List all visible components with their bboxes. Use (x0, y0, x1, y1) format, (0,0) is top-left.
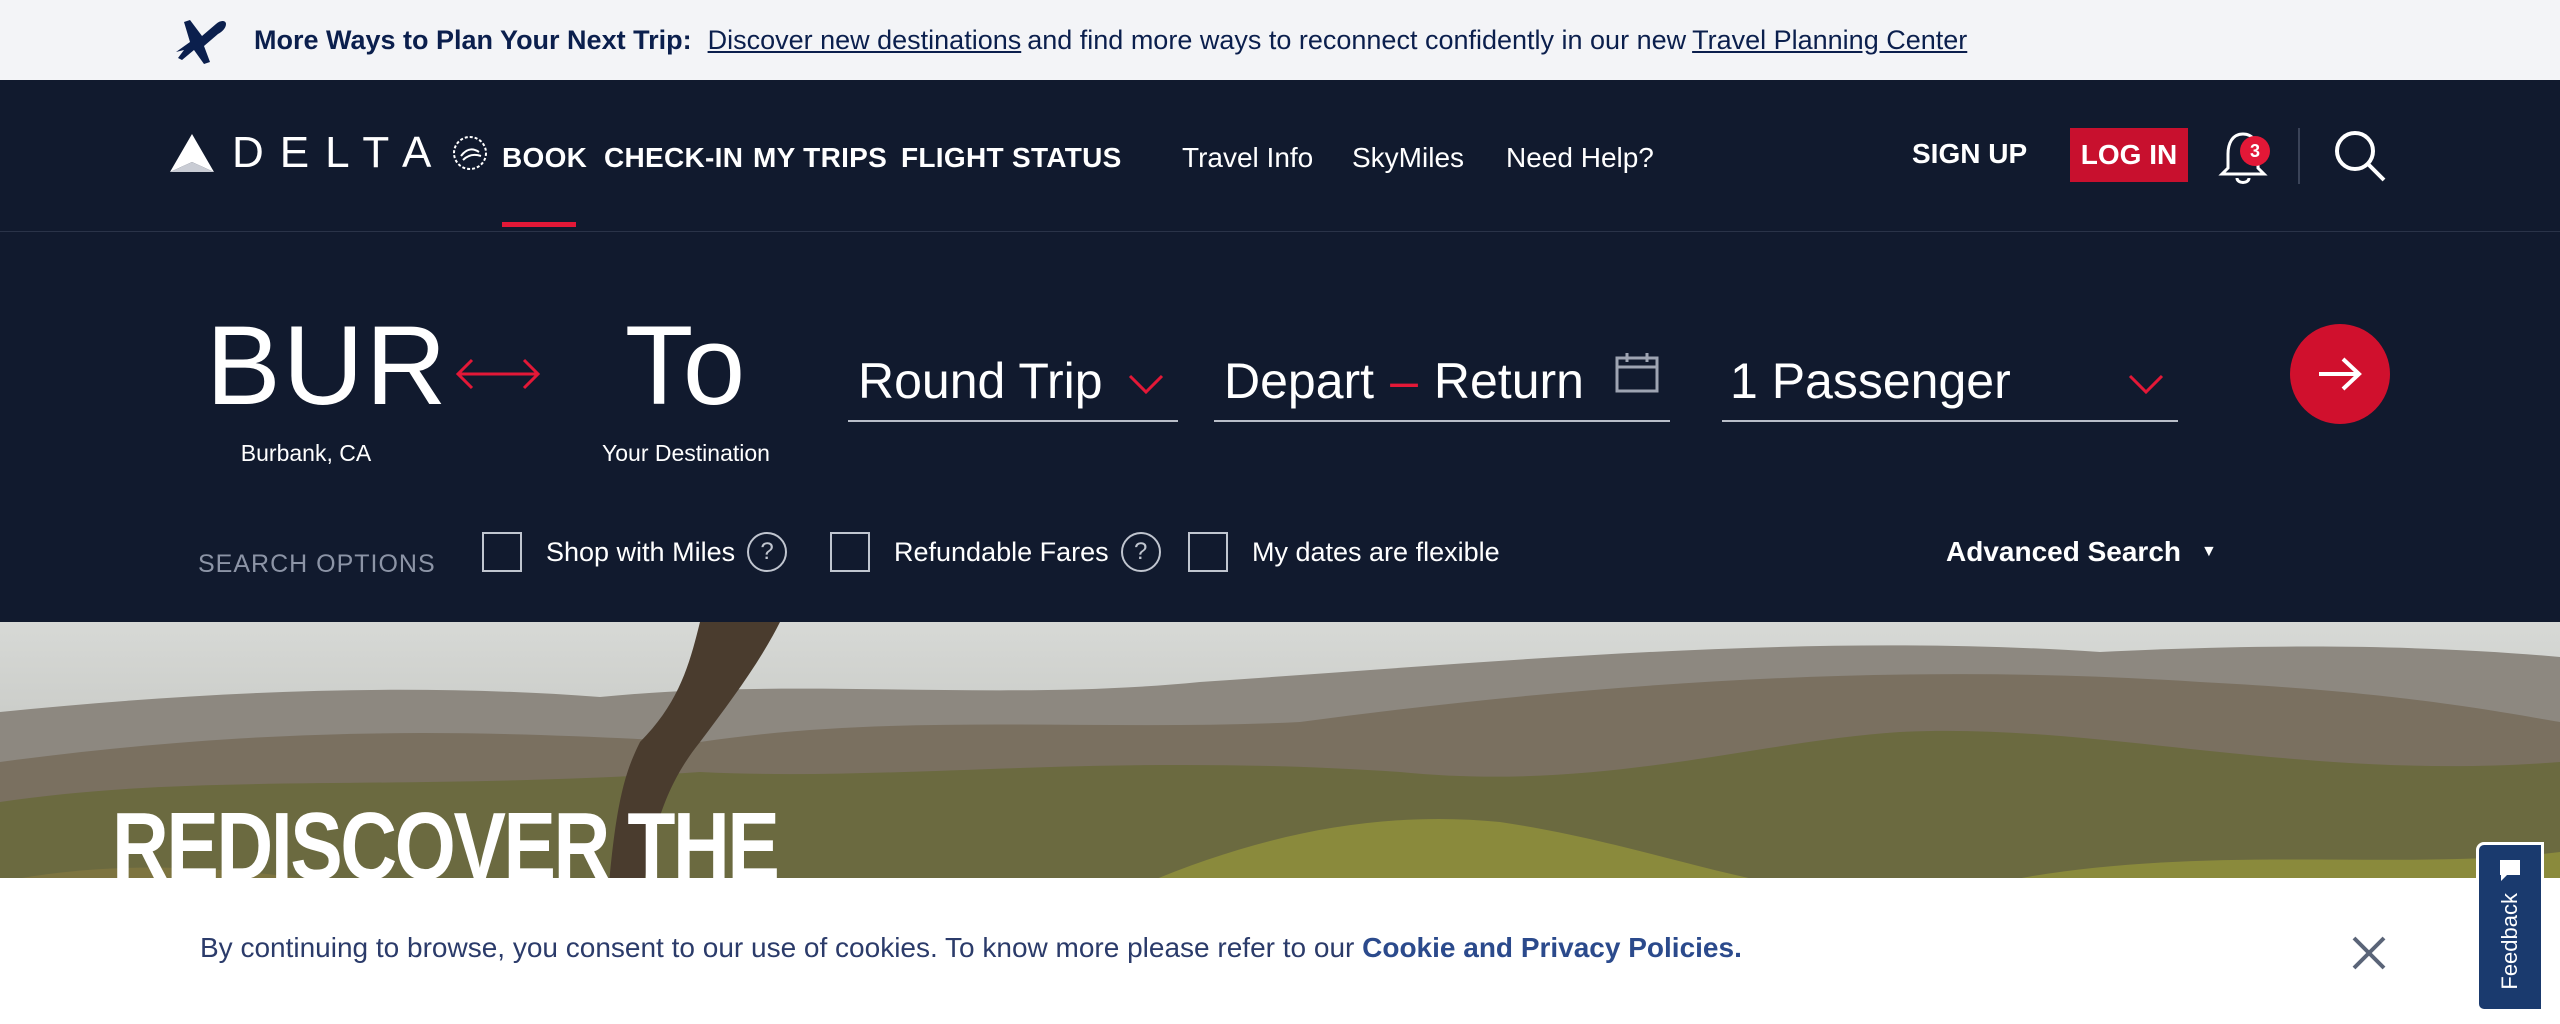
delta-widget-icon (170, 134, 214, 172)
nav-flight-status[interactable]: FLIGHT STATUS (901, 142, 1122, 174)
shop-with-miles-label: Shop with Miles (546, 536, 736, 567)
travel-planning-center-link[interactable]: Travel Planning Center (1692, 25, 1967, 56)
arrow-right-icon (2319, 357, 2362, 391)
calendar-icon (1615, 353, 1659, 393)
cookie-consent-bar: By continuing to browse, you consent to … (0, 878, 2560, 1024)
destination-airport[interactable]: To Your Destination (586, 310, 786, 467)
origin-code: BUR (206, 303, 449, 428)
refundable-fares-checkbox[interactable] (830, 532, 870, 572)
origin-airport[interactable]: BUR Burbank, CA (206, 303, 449, 467)
search-icon[interactable] (2332, 128, 2388, 184)
destination-city: Your Destination (602, 440, 770, 466)
origin-city: Burbank, CA (240, 440, 372, 466)
refundable-fares-option[interactable]: Refundable Fares ? (830, 532, 1161, 572)
search-options-label: SEARCH OPTIONS (198, 550, 436, 578)
help-icon[interactable]: ? (747, 532, 788, 572)
advanced-search-label: Advanced Search (1946, 536, 2181, 567)
depart-label: Depart (1224, 353, 1375, 409)
logo-text: DELTA (232, 128, 448, 177)
delta-logo[interactable]: DELTA (170, 128, 489, 178)
refundable-fares-label: Refundable Fares (894, 536, 1109, 567)
passenger-value: 1 Passenger (1730, 353, 2011, 409)
flexible-dates-option[interactable]: My dates are flexible (1188, 532, 1500, 572)
search-options: SEARCH OPTIONS Shop with Miles ? Refunda… (0, 532, 2560, 582)
nav-my-trips[interactable]: MY TRIPS (753, 142, 887, 174)
return-label: Return (1433, 353, 1584, 409)
booking-widget: BUR Burbank, CA To Your Destination Roun… (0, 232, 2560, 622)
nav-need-help[interactable]: Need Help? (1506, 142, 1654, 174)
shop-with-miles-checkbox[interactable] (482, 532, 522, 572)
banner-lead: More Ways to Plan Your Next Trip: (254, 24, 692, 55)
cookie-policy-link[interactable]: Cookie and Privacy Policies. (1362, 932, 1742, 963)
discover-destinations-link[interactable]: Discover new destinations (708, 25, 1022, 56)
sign-up-link[interactable]: SIGN UP (1912, 138, 2027, 170)
trip-type-select[interactable]: Round Trip (848, 342, 1178, 422)
trip-type-value: Round Trip (858, 353, 1103, 409)
airplane-icon (176, 20, 226, 64)
swap-arrows-icon[interactable] (452, 354, 544, 394)
main-nav: DELTA BOOK CHECK-IN MY TRIPS FLIGHT STAT… (0, 80, 2560, 232)
feedback-tab[interactable]: Feedback (2476, 842, 2544, 1012)
banner-text: and find more ways to reconnect confiden… (1027, 24, 1687, 55)
nav-book[interactable]: BOOK (502, 142, 587, 174)
nav-divider (2298, 128, 2300, 184)
caret-down-icon: ▼ (2201, 543, 2217, 560)
flexible-dates-label: My dates are flexible (1252, 536, 1500, 567)
cookie-message: By continuing to browse, you consent to … (200, 932, 1742, 964)
advanced-search-toggle[interactable]: Advanced Search ▼ (1946, 536, 2217, 568)
chevron-down-icon (1128, 374, 1164, 395)
date-picker[interactable]: Depart – Return (1214, 342, 1670, 422)
submit-search-button[interactable] (2290, 324, 2390, 424)
nav-skymiles[interactable]: SkyMiles (1352, 142, 1464, 174)
promo-banner: More Ways to Plan Your Next Trip: Discov… (0, 0, 2560, 80)
flexible-dates-checkbox[interactable] (1188, 532, 1228, 572)
nav-check-in[interactable]: CHECK-IN (604, 142, 743, 174)
nav-travel-info[interactable]: Travel Info (1182, 142, 1313, 174)
feedback-icon (2500, 860, 2520, 881)
shop-with-miles-option[interactable]: Shop with Miles ? (482, 532, 788, 572)
feedback-label: Feedback (2497, 893, 2522, 990)
cookie-text: By continuing to browse, you consent to … (200, 932, 1355, 963)
log-in-button[interactable]: LOG IN (2070, 128, 2188, 182)
chevron-down-icon (2128, 374, 2164, 395)
notification-badge: 3 (2240, 136, 2270, 166)
skyteam-seal-icon (453, 136, 488, 170)
close-icon[interactable] (2350, 934, 2388, 972)
help-icon[interactable]: ? (1120, 532, 1161, 572)
destination-code: To (624, 303, 748, 428)
date-separator: – (1390, 353, 1418, 409)
active-tab-indicator (502, 222, 576, 227)
passenger-select[interactable]: 1 Passenger (1722, 342, 2178, 422)
